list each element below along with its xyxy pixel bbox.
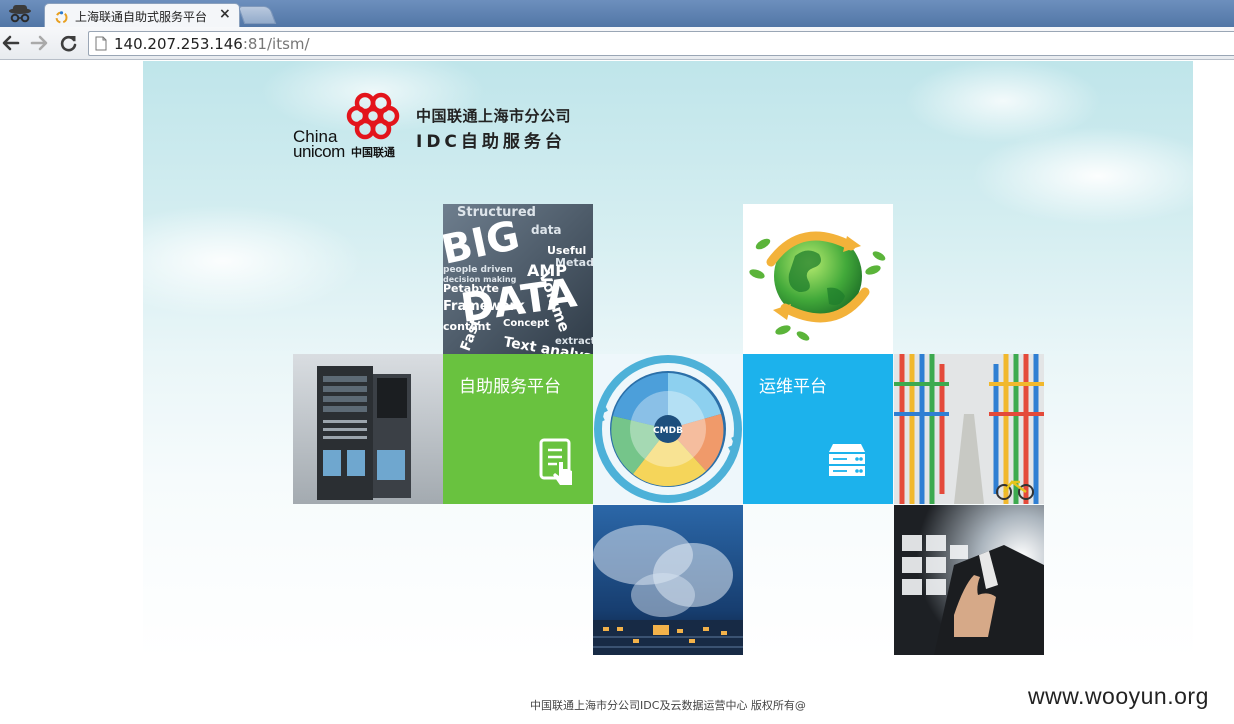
unicom-knot-icon xyxy=(343,91,405,141)
new-tab-button[interactable] xyxy=(237,6,277,24)
self-service-platform-label: 自助服务平台 xyxy=(459,377,561,397)
url-path: :81/itsm/ xyxy=(242,35,310,53)
watermark-text: www.wooyun.org xyxy=(1028,683,1209,709)
tile-server-rack-image xyxy=(293,354,443,504)
incognito-icon xyxy=(2,2,38,26)
logo-title-line1: 中国联通上海市分公司 xyxy=(416,107,572,125)
bigdata-word: Petabyte xyxy=(443,282,499,295)
address-bar[interactable]: 140.207.253.146:81/itsm/ xyxy=(88,31,1234,56)
ops-platform-label: 运维平台 xyxy=(759,377,827,397)
logo-en-line2: unicom xyxy=(293,142,345,161)
tile-big-data-image: BIG DATA Structured data Volume Useful M… xyxy=(443,204,593,354)
bigdata-word: Concept xyxy=(503,318,549,329)
browser-toolbar: 140.207.253.146:81/itsm/ xyxy=(0,27,1234,60)
loading-spinner-icon xyxy=(55,9,68,24)
server-stack-icon xyxy=(827,442,867,478)
ops-platform-tile[interactable]: 运维平台 xyxy=(743,354,893,504)
tile-datacenter-pipes-image xyxy=(894,354,1044,504)
bigdata-word: extraction xyxy=(555,336,593,347)
page-background: China unicom 中国联通 中国联通上海市分公司 IDC自助服务台 BI… xyxy=(143,61,1193,659)
bigdata-word: Framework xyxy=(443,299,525,314)
back-arrow-icon[interactable] xyxy=(0,33,22,53)
tile-cmdb-wheel-image: CMDB xyxy=(593,354,743,504)
china-unicom-logo: China unicom 中国联通 中国联通上海市分公司 IDC自助服务台 xyxy=(293,91,593,161)
logo-cn-small: 中国联通 xyxy=(351,146,395,159)
document-touch-icon xyxy=(539,438,579,486)
tab-title: 上海联通自助式服务平台 xyxy=(75,10,208,24)
bigdata-word: Structured xyxy=(457,205,536,220)
page-icon xyxy=(95,36,107,51)
url-host: 140.207.253.146 xyxy=(114,35,243,53)
tab-close-icon[interactable]: × xyxy=(219,6,231,22)
bigdata-word: people driven xyxy=(443,265,513,275)
forward-arrow-icon[interactable] xyxy=(28,33,50,53)
reload-icon[interactable] xyxy=(58,33,80,53)
bigdata-word: data xyxy=(531,223,562,237)
logo-title-line2: IDC自助服务台 xyxy=(416,132,566,152)
browser-tab-active[interactable]: 上海联通自助式服务平台 × xyxy=(44,3,240,27)
tile-cooling-tower-image xyxy=(593,505,743,655)
self-service-platform-tile[interactable]: 自助服务平台 xyxy=(443,354,593,504)
address-url: 140.207.253.146:81/itsm/ xyxy=(114,35,310,53)
cmdb-hub-label: CMDB xyxy=(653,426,683,436)
browser-tab-bar: 上海联通自助式服务平台 × xyxy=(0,0,1234,27)
bigdata-word: AMP xyxy=(527,261,567,280)
tile-touch-screen-image xyxy=(894,505,1044,655)
tile-green-globe-image xyxy=(743,204,893,354)
